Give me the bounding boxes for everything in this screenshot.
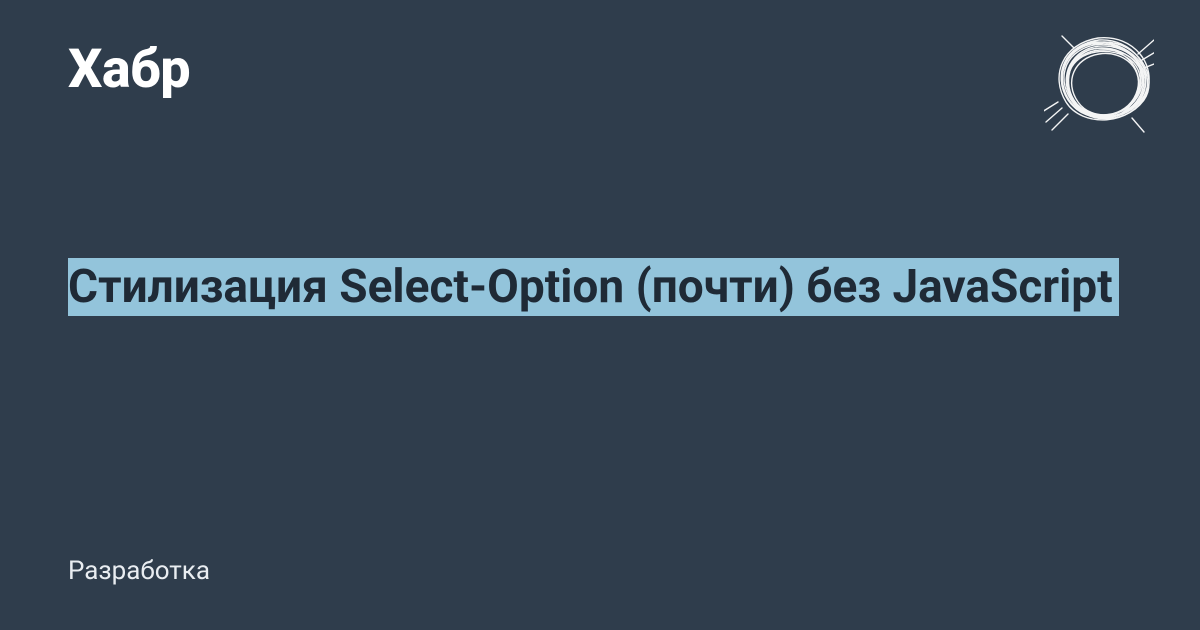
site-logo: Хабр <box>68 38 190 101</box>
article-title: Стилизация Select-Option (почти) без Jav… <box>68 252 1132 323</box>
article-title-block: Стилизация Select-Option (почти) без Jav… <box>68 252 1132 323</box>
scribble-icon <box>1044 30 1154 140</box>
category-label: Разработка <box>68 556 210 586</box>
article-title-text: Стилизация Select-Option (почти) без Jav… <box>68 258 1119 316</box>
